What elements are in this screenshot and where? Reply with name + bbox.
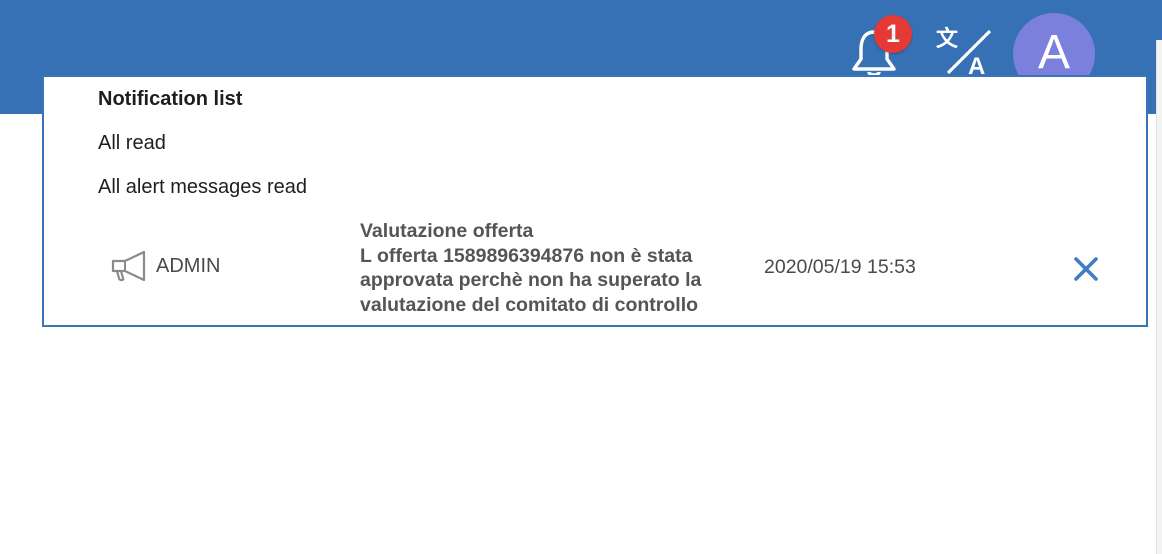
notification-message: Valutazione offerta L offerta 1589896394… <box>360 219 760 317</box>
notification-list-panel: Notification list All read All alert mes… <box>42 75 1148 327</box>
notification-message-subject: Valutazione offerta <box>360 220 534 242</box>
notification-item[interactable]: ADMIN Valutazione offerta L offerta 1589… <box>44 217 1146 317</box>
language-button[interactable]: 文 A <box>934 24 994 80</box>
notification-count-badge: 1 <box>874 15 912 53</box>
translate-icon: 文 A <box>936 26 992 80</box>
notification-message-line: approvata perchè non ha superato la <box>360 269 702 291</box>
notification-message-line: valutazione del comitato di controllo <box>360 293 699 316</box>
mark-all-read-link[interactable]: All read <box>98 132 166 155</box>
svg-text:文: 文 <box>936 26 959 52</box>
megaphone-icon <box>108 249 150 288</box>
scrollbar-track[interactable] <box>1156 40 1162 554</box>
svg-text:A: A <box>968 53 985 76</box>
notification-message-line: L offerta 1589896394876 non è stata <box>360 244 693 267</box>
close-icon <box>1074 257 1098 281</box>
panel-title: Notification list <box>98 88 243 110</box>
notification-sender: ADMIN <box>156 255 221 277</box>
notification-timestamp: 2020/05/19 15:53 <box>764 256 916 278</box>
dismiss-notification-button[interactable] <box>1070 253 1102 285</box>
mark-all-alerts-read-link[interactable]: All alert messages read <box>98 176 307 199</box>
